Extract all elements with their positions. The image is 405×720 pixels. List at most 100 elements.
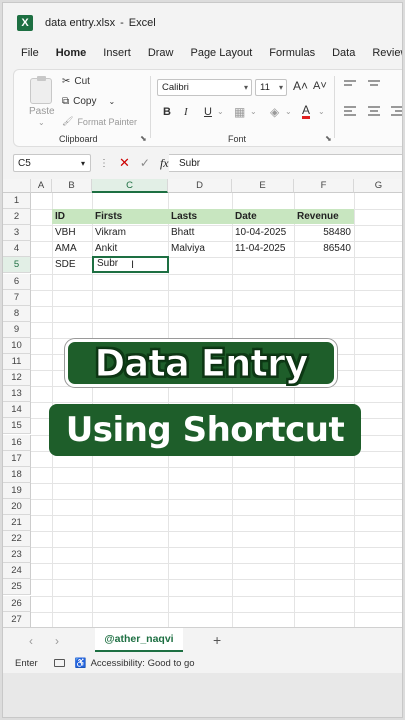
row-header-10[interactable]: 10	[3, 337, 31, 354]
row-header-14[interactable]: 14	[3, 402, 31, 419]
status-accessibility[interactable]: Accessibility: Good to go	[91, 658, 195, 669]
row-header-1[interactable]: 1	[3, 193, 31, 209]
table-cell[interactable]	[232, 257, 294, 273]
paste-icon[interactable]	[30, 76, 52, 104]
tab-insert[interactable]: Insert	[103, 47, 131, 69]
table-cell[interactable]: 11-04-2025	[232, 241, 294, 257]
table-cell[interactable]: SDE	[52, 257, 92, 273]
row-header-4[interactable]: 4	[3, 241, 31, 258]
row-header-27[interactable]: 27	[3, 611, 31, 627]
font-color-button[interactable]: A	[302, 104, 311, 119]
align-left-icon[interactable]	[344, 106, 358, 118]
column-header-a[interactable]: A	[31, 179, 52, 193]
table-cell[interactable]: Ankit	[92, 241, 168, 257]
underline-chevron-icon[interactable]: ⌄	[217, 107, 224, 116]
row-header-9[interactable]: 9	[3, 321, 31, 338]
font-launcher-icon[interactable]: ⬊	[325, 134, 332, 143]
name-box[interactable]: C5 ▾	[13, 154, 91, 172]
format-painter-button[interactable]: 🖌 Format Painter	[62, 116, 137, 127]
font-color-chevron-icon[interactable]: ⌄	[318, 107, 325, 116]
formula-input[interactable]: Subr	[169, 154, 402, 172]
confirm-entry-icon[interactable]: ✓	[140, 156, 150, 170]
row-header-24[interactable]: 24	[3, 563, 31, 580]
spreadsheet-grid[interactable]: ABCDEFG 1 2 3 4 5 6 7 8 9 10 11 12 13 14 15 16 17 18 19 20 2…	[3, 179, 402, 627]
column-header-d[interactable]: D	[168, 179, 232, 193]
prev-sheet-icon[interactable]: ‹	[29, 634, 33, 648]
paste-chevron-icon[interactable]: ⌄	[38, 118, 45, 127]
borders-chevron-icon[interactable]: ⌄	[250, 107, 257, 116]
tab-page-layout[interactable]: Page Layout	[190, 47, 252, 69]
tab-formulas[interactable]: Formulas	[269, 47, 315, 69]
row-header-2[interactable]: 2	[3, 209, 31, 226]
table-cell[interactable]: 86540	[294, 241, 354, 257]
table-cell[interactable]	[294, 257, 354, 273]
copy-button[interactable]: ⧉ Copy ⌄	[62, 96, 115, 107]
column-header-e[interactable]: E	[232, 179, 294, 193]
column-header-b[interactable]: B	[52, 179, 92, 193]
table-header-cell[interactable]: Lasts	[168, 209, 232, 225]
table-cell[interactable]: Bhatt	[168, 225, 232, 241]
tab-file[interactable]: File	[21, 47, 39, 69]
tab-home[interactable]: Home	[55, 47, 86, 74]
grow-font-button[interactable]: A˄	[293, 79, 308, 93]
table-cell[interactable]: AMA	[52, 241, 92, 257]
table-cell[interactable]: 10-04-2025	[232, 225, 294, 241]
table-cell[interactable]: VBH	[52, 225, 92, 241]
bold-button[interactable]: B	[163, 106, 171, 118]
row-header-19[interactable]: 19	[3, 482, 31, 499]
row-header-23[interactable]: 23	[3, 547, 31, 564]
row-header-11[interactable]: 11	[3, 354, 31, 370]
row-header-21[interactable]: 21	[3, 515, 31, 531]
next-sheet-icon[interactable]: ›	[55, 634, 59, 648]
tab-data[interactable]: Data	[332, 47, 355, 69]
row-header-12[interactable]: 12	[3, 370, 31, 387]
table-cell[interactable]: Malviya	[168, 241, 232, 257]
row-header-22[interactable]: 22	[3, 531, 31, 548]
table-header-cell[interactable]: Firsts	[92, 209, 168, 225]
more-options-icon[interactable]: ⋮	[99, 158, 109, 169]
column-header-g[interactable]: G	[354, 179, 402, 193]
align-middle-icon[interactable]	[368, 80, 382, 90]
column-header-c[interactable]: C	[92, 179, 168, 193]
align-center-icon[interactable]	[368, 106, 382, 118]
tab-draw[interactable]: Draw	[148, 47, 174, 69]
row-header-6[interactable]: 6	[3, 273, 31, 290]
table-cell[interactable]	[168, 257, 232, 273]
table-cell[interactable]: Vikram	[92, 225, 168, 241]
clipboard-launcher-icon[interactable]: ⬊	[140, 134, 147, 143]
sheet-tab[interactable]: @ather_naqvi	[95, 628, 183, 652]
row-header-16[interactable]: 16	[3, 434, 31, 451]
fill-color-chevron-icon[interactable]: ⌄	[285, 107, 292, 116]
italic-button[interactable]: I	[184, 106, 188, 118]
row-header-3[interactable]: 3	[3, 225, 31, 242]
table-header-cell[interactable]: Revenue	[294, 209, 354, 225]
paste-button[interactable]: Paste	[29, 106, 55, 117]
row-header-25[interactable]: 25	[3, 579, 31, 596]
cut-button[interactable]: ✂ Cut	[62, 76, 90, 87]
fill-color-icon[interactable]: ◈	[270, 105, 279, 119]
align-top-icon[interactable]	[344, 80, 358, 90]
table-header-cell[interactable]: Date	[232, 209, 294, 225]
macro-record-icon[interactable]	[53, 659, 65, 667]
borders-icon[interactable]: ▦	[234, 105, 245, 119]
cancel-entry-icon[interactable]: ✕	[119, 155, 130, 171]
row-header-15[interactable]: 15	[3, 418, 31, 435]
row-header-7[interactable]: 7	[3, 289, 31, 306]
align-right-icon[interactable]	[391, 106, 402, 118]
row-header-18[interactable]: 18	[3, 466, 31, 483]
tab-review[interactable]: Review	[372, 47, 402, 69]
table-cell[interactable]: 58480	[294, 225, 354, 241]
font-size-select[interactable]: 11 ▾	[255, 79, 287, 96]
font-name-select[interactable]: Calibri ▾	[157, 79, 252, 96]
select-all-corner[interactable]	[3, 179, 31, 193]
row-header-20[interactable]: 20	[3, 498, 31, 515]
insert-function-icon[interactable]: fx	[160, 156, 169, 171]
row-header-5[interactable]: 5	[3, 257, 31, 274]
row-header-17[interactable]: 17	[3, 450, 31, 467]
table-header-cell[interactable]: ID	[52, 209, 92, 225]
column-header-f[interactable]: F	[294, 179, 354, 193]
shrink-font-button[interactable]: A˅	[313, 80, 327, 92]
row-header-8[interactable]: 8	[3, 305, 31, 322]
add-sheet-button[interactable]: +	[213, 632, 221, 648]
row-header-13[interactable]: 13	[3, 386, 31, 403]
